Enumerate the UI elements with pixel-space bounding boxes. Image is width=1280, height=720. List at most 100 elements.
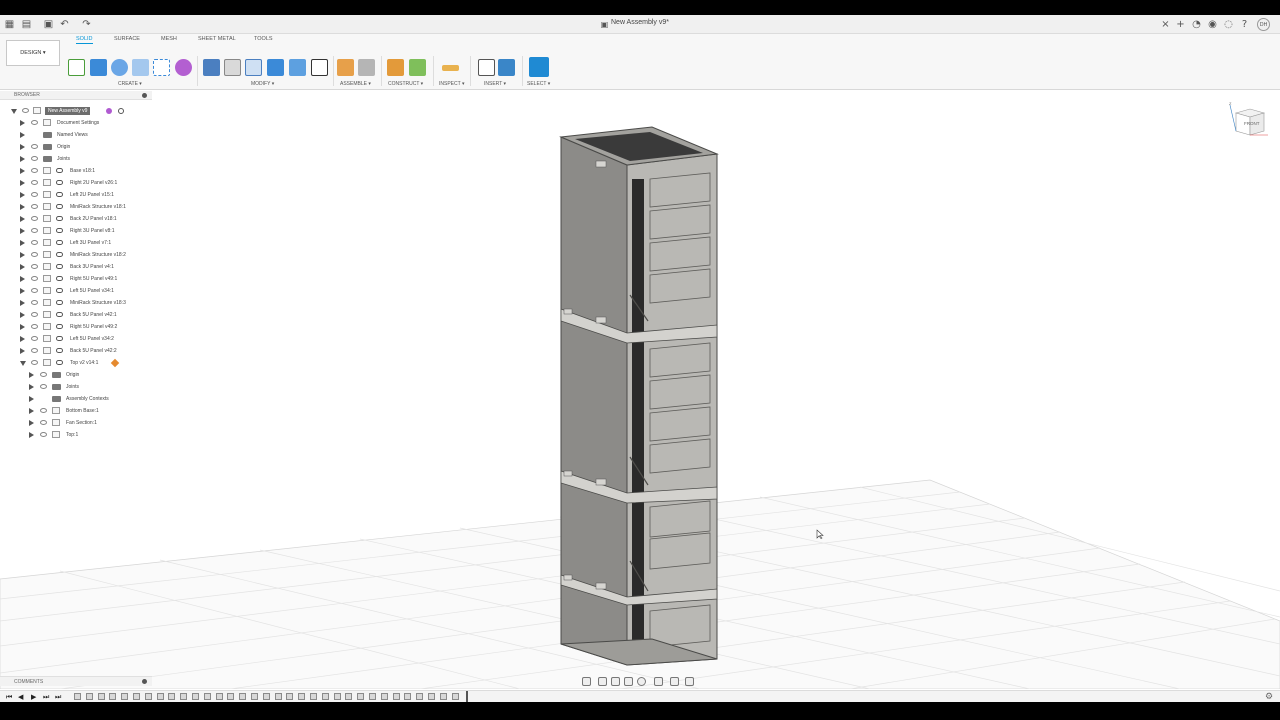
timeline-feature[interactable] (97, 693, 105, 700)
timeline-feature[interactable] (85, 693, 93, 700)
expand-arrow-icon[interactable] (29, 396, 34, 402)
group-select-label[interactable]: SELECT ▾ (527, 81, 550, 87)
visibility-eye-icon[interactable] (31, 156, 38, 161)
expand-arrow-icon[interactable] (29, 420, 34, 426)
expand-arrow-icon[interactable] (20, 240, 25, 246)
save-icon[interactable]: ▣ (42, 18, 55, 31)
visibility-eye-icon[interactable] (31, 192, 38, 197)
timeline-feature[interactable] (168, 693, 176, 700)
expand-arrow-icon[interactable] (20, 192, 25, 198)
timeline-feature[interactable] (144, 693, 152, 700)
timeline-feature[interactable] (451, 693, 459, 700)
timeline-feature[interactable] (380, 693, 388, 700)
pattern-icon[interactable] (153, 59, 170, 76)
comments-panel[interactable]: COMMENTS (0, 676, 152, 686)
expand-arrow-icon[interactable] (29, 372, 34, 378)
visibility-eye-icon[interactable] (40, 420, 47, 425)
timeline-feature[interactable] (251, 693, 258, 700)
browser-item[interactable]: Right 5U Panel v49:1 (0, 273, 150, 285)
tab-sheet-metal[interactable]: SHEET METAL (198, 35, 236, 44)
group-create-label[interactable]: CREATE ▾ (118, 81, 142, 87)
viewport-svg[interactable] (0, 91, 1280, 690)
viewport-canvas[interactable]: FRONT Z (0, 91, 1280, 690)
timeline-feature[interactable] (227, 693, 235, 700)
timeline-feature[interactable] (133, 693, 140, 700)
browser-item[interactable]: Top:1 (0, 429, 150, 441)
shell-icon[interactable] (245, 59, 262, 76)
orbit-icon[interactable] (582, 677, 591, 686)
timeline-forward-icon[interactable]: ⏭ (43, 693, 49, 701)
timeline-feature[interactable] (262, 693, 270, 700)
visibility-eye-icon[interactable] (40, 384, 47, 389)
select-icon[interactable] (529, 57, 549, 77)
browser-item[interactable]: MiniRack Structure v18:1 (0, 201, 150, 213)
browser-item[interactable]: Joints (0, 153, 150, 165)
visibility-eye-icon[interactable] (40, 408, 47, 413)
browser-item[interactable]: Origin (0, 369, 150, 381)
rack-model[interactable] (559, 126, 719, 666)
timeline-feature[interactable] (274, 693, 282, 700)
visibility-eye-icon[interactable] (31, 180, 38, 185)
expand-arrow-icon[interactable] (20, 228, 25, 234)
timeline-back-icon[interactable]: ◀ (18, 693, 23, 701)
expand-arrow-icon[interactable] (20, 204, 25, 210)
viewcube[interactable]: FRONT Z (1228, 99, 1270, 141)
visibility-eye-icon[interactable] (40, 372, 47, 377)
timeline-feature[interactable] (369, 693, 376, 700)
browser-header[interactable]: BROWSER (0, 91, 152, 100)
timeline-marker[interactable] (466, 691, 468, 702)
expand-arrow-icon[interactable] (20, 348, 25, 354)
visibility-eye-icon[interactable] (31, 360, 38, 365)
revolve-icon[interactable] (111, 59, 128, 76)
create-sketch-icon[interactable] (68, 59, 85, 76)
browser-item[interactable]: Right 3U Panel v8:1 (0, 225, 150, 237)
expand-arrow-icon[interactable] (20, 324, 25, 330)
browser-item[interactable]: Back 2U Panel v18:1 (0, 213, 150, 225)
group-inspect-label[interactable]: INSPECT ▾ (439, 81, 464, 87)
workspace-switcher[interactable]: DESIGN ▾ (6, 40, 60, 66)
timeline-feature[interactable] (239, 693, 247, 700)
browser-item[interactable]: Left 3U Panel v7:1 (0, 237, 150, 249)
timeline-settings-icon[interactable]: ⚙ (1265, 692, 1273, 702)
timeline-feature[interactable] (357, 693, 365, 700)
browser-item[interactable]: Bottom Base:1 (0, 405, 150, 417)
timeline-feature[interactable] (404, 693, 412, 700)
browser-item[interactable]: Named Views (0, 129, 150, 141)
timeline-feature[interactable] (321, 693, 329, 700)
timeline-feature[interactable] (215, 693, 223, 700)
app-grid-icon[interactable]: ▦ (3, 18, 16, 31)
file-icon[interactable]: ▤ (20, 18, 33, 31)
help-icon[interactable]: ? (1238, 18, 1251, 31)
expand-arrow-icon[interactable] (20, 120, 25, 126)
visibility-eye-icon[interactable] (31, 240, 38, 245)
timeline-feature[interactable] (310, 693, 317, 700)
press-pull-icon[interactable] (203, 59, 220, 76)
comments-pin-icon[interactable] (142, 679, 147, 684)
look-at-icon[interactable] (598, 677, 607, 686)
visibility-eye-icon[interactable] (31, 324, 38, 329)
edit-pencil-icon[interactable] (110, 358, 120, 368)
redo-icon[interactable]: ↷ (80, 18, 93, 31)
sweep-icon[interactable] (132, 59, 149, 76)
offset-plane-icon[interactable] (387, 59, 404, 76)
browser-item[interactable]: Origin (0, 141, 150, 153)
zoom-icon[interactable] (624, 677, 633, 686)
fillet-icon[interactable] (224, 59, 241, 76)
expand-arrow-icon[interactable] (20, 264, 25, 270)
timeline-feature[interactable] (286, 693, 294, 700)
pan-icon[interactable] (611, 677, 620, 686)
tab-solid[interactable]: SOLID (76, 35, 93, 44)
viewports-icon[interactable] (685, 677, 694, 686)
grid-settings-icon[interactable] (670, 677, 679, 686)
visibility-eye-icon[interactable] (31, 204, 38, 209)
group-construct-label[interactable]: CONSTRUCT ▾ (388, 81, 423, 87)
visibility-eye-icon[interactable] (31, 252, 38, 257)
timeline-feature[interactable] (192, 693, 199, 700)
expand-arrow-icon[interactable] (20, 312, 25, 318)
insert-image-icon[interactable] (498, 59, 515, 76)
expand-arrow-icon[interactable] (20, 144, 25, 150)
tab-tools[interactable]: TOOLS (254, 35, 273, 44)
browser-item[interactable]: Left 5U Panel v34:1 (0, 285, 150, 297)
timeline-first-icon[interactable]: ⏮ (6, 693, 12, 701)
notifications-icon[interactable]: ◌ (1222, 18, 1235, 31)
